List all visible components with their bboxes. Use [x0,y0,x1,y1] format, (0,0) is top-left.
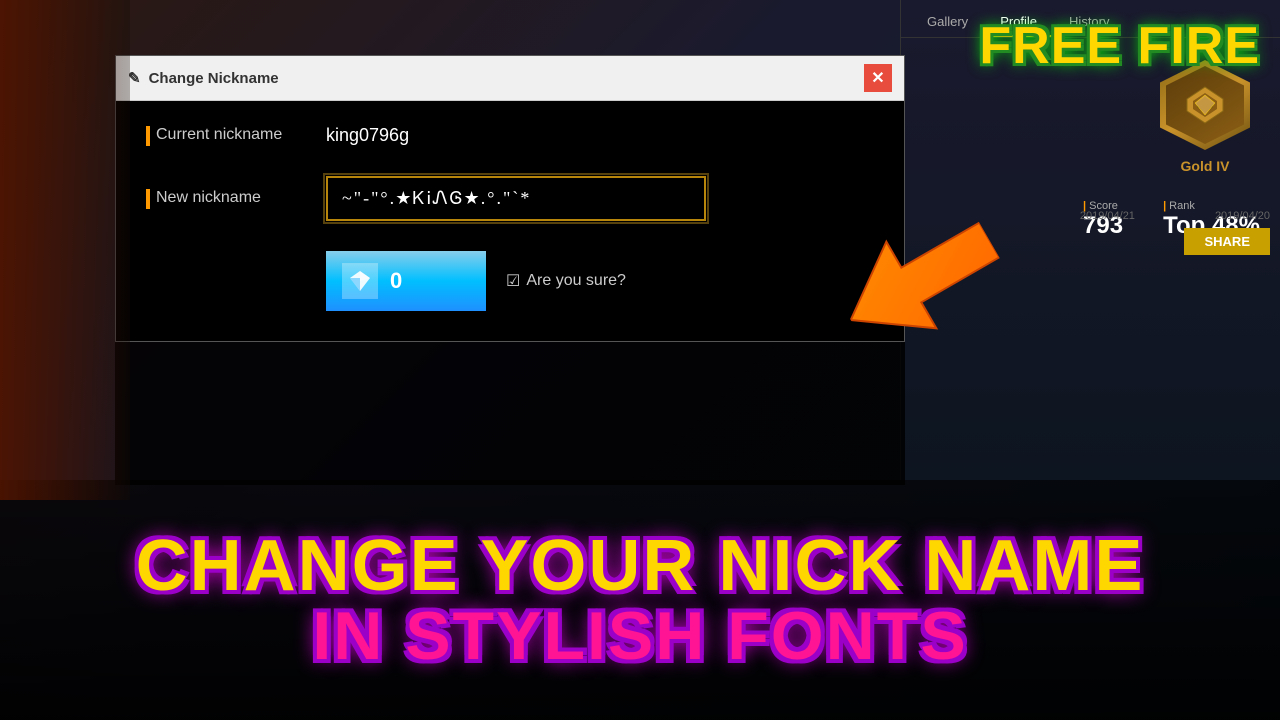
dialog-title: ✎ Change Nickname [128,69,279,87]
character-silhouette [0,0,130,500]
current-nickname-row: Current nickname king0796g [146,125,874,146]
dates-row: 2019/04/21 2019/04/20 [1080,210,1270,222]
change-nickname-dialog: ✎ Change Nickname ✕ Current nickname kin… [115,55,905,342]
new-nickname-input-wrapper [326,176,706,221]
main-title-line1: CHANGE YOUR NICK NAME [136,530,1145,602]
diamond-cost-button[interactable]: 0 [326,251,486,311]
diamond-cost-value: 0 [390,268,402,294]
new-nickname-label: New nickname [156,189,261,207]
rank-name: Gold IV [1160,158,1250,174]
new-nickname-row: New nickname [146,176,874,221]
rank-section: Gold IV [1160,60,1250,174]
rank-diamond-icon [1185,85,1225,125]
dialog-background: ✎ Change Nickname ✕ Current nickname kin… [115,55,905,485]
checkmark-icon: ☑ [506,271,520,291]
diamond-icon [342,263,378,299]
date-1: 2019/04/21 [1080,210,1135,222]
new-label-indicator [146,189,150,209]
diamond-svg [348,269,372,293]
current-nickname-label-container: Current nickname [146,126,306,146]
current-nickname-label: Current nickname [156,126,282,144]
new-nickname-input[interactable] [326,176,706,221]
share-button[interactable]: SHARE [1184,228,1270,255]
dialog-body: Current nickname king0796g New nickname [116,101,904,341]
cost-row: 0 ☑ Are you sure? [326,251,874,311]
date-2: 2019/04/20 [1215,210,1270,222]
bottom-overlay: CHANGE YOUR NICK NAME IN STYLISH FONTS [0,480,1280,720]
main-title-line2: IN STYLISH FONTS [312,602,967,670]
confirm-text: ☑ Are you sure? [506,271,626,291]
new-nickname-label-container: New nickname [146,189,306,209]
current-label-indicator [146,126,150,146]
freefire-title: FREE FIRE [979,20,1260,72]
dialog-titlebar: ✎ Change Nickname ✕ [116,56,904,101]
close-button[interactable]: ✕ [864,64,892,92]
tab-gallery[interactable]: Gallery [911,8,984,37]
arrow-indicator [840,220,1000,345]
current-nickname-value: king0796g [326,125,409,146]
